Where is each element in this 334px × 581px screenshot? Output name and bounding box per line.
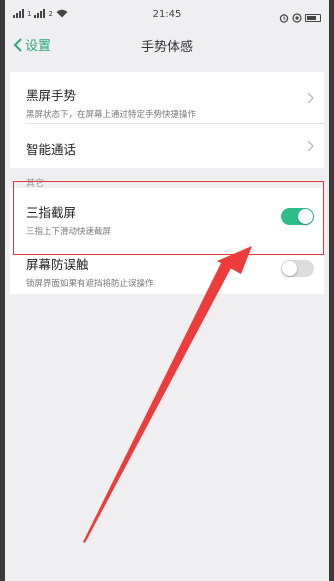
phone-screen: 1 2 21:45 设置 手势体感 黑屏手势 黑屏状态下，在屏幕上通过特定手势快… bbox=[5, 0, 329, 581]
arrow-annotation bbox=[83, 246, 252, 543]
